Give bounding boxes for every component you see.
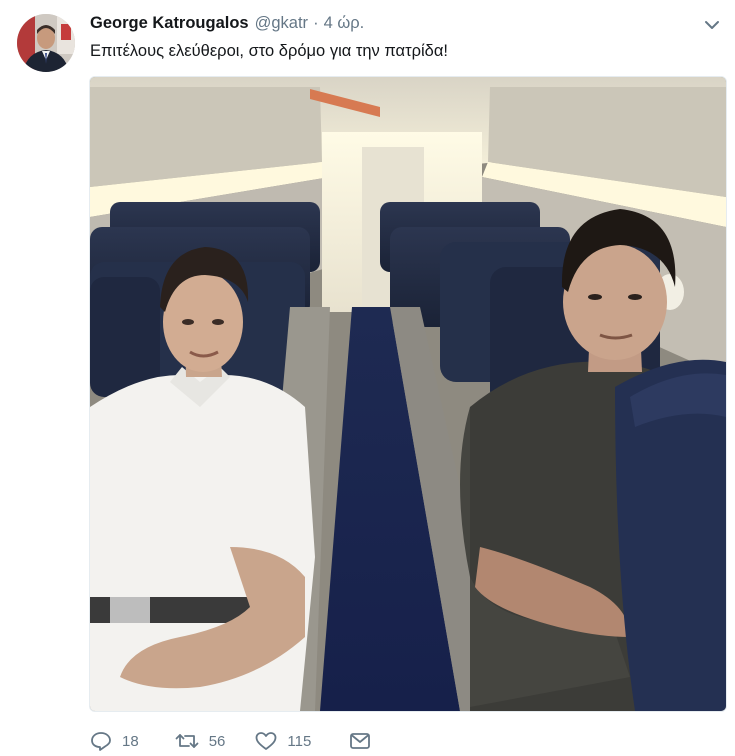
envelope-icon: [350, 733, 371, 749]
reply-count: 18: [122, 732, 139, 750]
heart-icon: [255, 732, 277, 750]
like-count: 115: [287, 732, 312, 750]
tweet-actions: 18 56 115: [90, 728, 371, 754]
author-avatar[interactable]: [17, 14, 75, 72]
like-button[interactable]: 115: [255, 731, 311, 751]
direct-message-button[interactable]: [349, 732, 371, 750]
avatar-image: [17, 14, 75, 72]
retweet-count: 56: [208, 732, 226, 750]
airplane-cabin-photo: [90, 77, 726, 711]
author-handle[interactable]: @gkatr: [255, 14, 308, 33]
chevron-down-icon[interactable]: [703, 18, 721, 32]
tweet-timestamp[interactable]: 4 ώρ.: [324, 14, 365, 33]
header-separator: ·: [313, 14, 319, 32]
tweet-header: George Katrougalos @gkatr · 4 ώρ.: [90, 14, 364, 36]
author-display-name[interactable]: George Katrougalos: [90, 14, 249, 33]
tweet-photo[interactable]: [89, 76, 727, 712]
tweet-text: Επιτέλους ελεύθεροι, στο δρόμο για την π…: [90, 42, 448, 60]
retweet-button[interactable]: 56: [175, 731, 226, 751]
reply-button[interactable]: 18: [90, 731, 139, 751]
tweet: George Katrougalos @gkatr · 4 ώρ. Επιτέλ…: [0, 0, 735, 756]
reply-icon: [91, 732, 111, 751]
retweet-icon: [175, 734, 199, 748]
